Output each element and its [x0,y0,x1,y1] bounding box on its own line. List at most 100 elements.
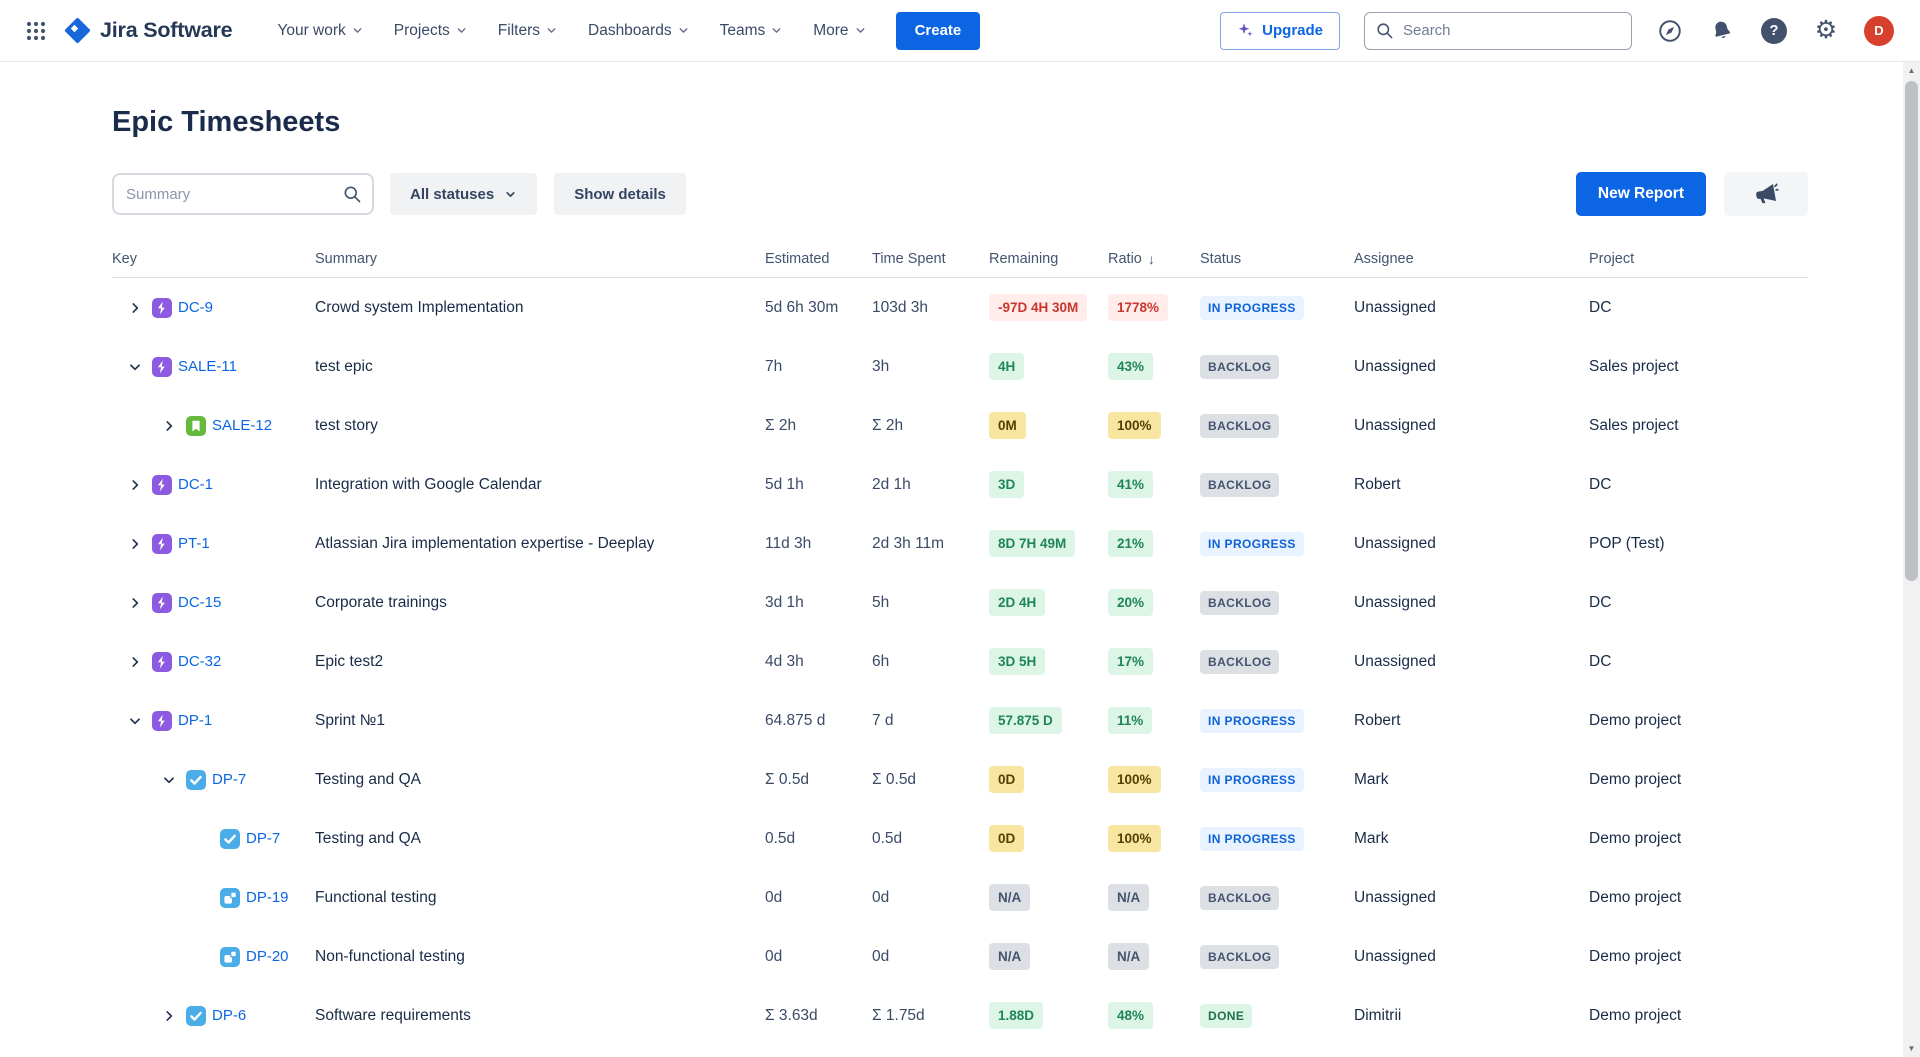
issue-key-link[interactable]: DP-1 [178,712,212,729]
time-spent-value: 0.5d [872,830,989,848]
project-value: Demo project [1589,889,1808,907]
remaining-badge: 0D [989,766,1024,793]
project-value: DC [1589,653,1808,671]
col-header-key[interactable]: Key [112,251,315,277]
project-value: DC [1589,594,1808,612]
announcement-megaphone-button[interactable] [1724,172,1808,216]
table-row: DP-7 Testing and QA Σ 0.5d Σ 0.5d 0D 100… [112,750,1808,809]
estimated-value: 0d [765,948,872,966]
row-expander-icon[interactable] [124,710,146,732]
row-expander-icon[interactable] [158,769,180,791]
issue-key-link[interactable]: SALE-11 [178,358,237,375]
nav-dashboards[interactable]: Dashboards [577,14,701,48]
scrollbar-down-arrow[interactable]: ▼ [1903,1040,1920,1057]
project-value: Sales project [1589,417,1808,435]
row-key-cell: DP-6 [112,1005,315,1027]
col-header-summary[interactable]: Summary [315,251,765,277]
remaining-badge: 0D [989,825,1024,852]
project-value: Sales project [1589,358,1808,376]
issue-key-link[interactable]: DC-9 [178,299,213,316]
row-expander-icon[interactable] [124,533,146,555]
issue-key-link[interactable]: DC-1 [178,476,213,493]
issue-key-link[interactable]: DP-20 [246,948,289,965]
app-switcher-icon[interactable] [24,19,48,43]
project-value: Demo project [1589,830,1808,848]
ratio-badge: 100% [1108,766,1161,793]
ratio-badge: 41% [1108,471,1153,498]
nav-more[interactable]: More [802,14,877,48]
issue-summary: Testing and QA [315,830,765,848]
row-expander-icon[interactable] [158,1005,180,1027]
status-badge: IN PROGRESS [1200,296,1304,320]
issue-key-link[interactable]: DC-15 [178,594,221,611]
issue-key-link[interactable]: PT-1 [178,535,210,552]
table-row: DC-1 Integration with Google Calendar 5d… [112,455,1808,514]
issue-summary: Functional testing [315,889,765,907]
discover-compass-icon[interactable] [1656,17,1684,45]
col-header-status[interactable]: Status [1200,251,1354,277]
row-expander-icon[interactable] [124,356,146,378]
search-icon [342,184,362,209]
timesheet-table: Key Summary Estimated Time Spent Remaini… [112,242,1808,1045]
time-spent-value: Σ 2h [872,417,989,435]
show-details-button[interactable]: Show details [554,173,686,215]
create-button[interactable]: Create [896,12,981,50]
col-header-project[interactable]: Project [1589,251,1808,277]
ratio-badge: 21% [1108,530,1153,557]
issue-type-icon [152,534,172,554]
remaining-badge: N/A [989,884,1030,911]
issue-key-link[interactable]: DP-7 [246,830,280,847]
project-value: Demo project [1589,771,1808,789]
upgrade-button[interactable]: Upgrade [1220,12,1340,50]
row-expander-icon[interactable] [158,415,180,437]
notifications-bell-icon[interactable] [1708,17,1736,45]
row-expander-icon[interactable] [124,592,146,614]
chevron-down-icon [455,24,468,37]
ratio-badge: 11% [1108,707,1152,734]
global-search-input[interactable] [1364,12,1632,50]
issue-key-link[interactable]: SALE-12 [212,417,272,434]
nav-projects[interactable]: Projects [383,14,479,48]
new-report-button[interactable]: New Report [1576,172,1706,216]
ratio-badge: 20% [1108,589,1153,616]
issue-summary: test story [315,417,765,435]
col-header-time-spent[interactable]: Time Spent [872,251,989,277]
nav-your-work[interactable]: Your work [266,14,374,48]
col-header-ratio[interactable]: Ratio ↓ [1108,251,1200,277]
user-avatar[interactable]: D [1864,16,1894,46]
row-expander-icon[interactable] [124,297,146,319]
col-header-remaining[interactable]: Remaining [989,251,1108,277]
issue-key-link[interactable]: DP-7 [212,771,246,788]
nav-filters[interactable]: Filters [487,14,569,48]
status-badge: BACKLOG [1200,414,1279,438]
time-spent-value: 2d 1h [872,476,989,494]
issue-key-link[interactable]: DP-6 [212,1007,246,1024]
help-icon[interactable]: ? [1760,17,1788,45]
scrollbar-thumb[interactable] [1905,81,1918,581]
table-row: SALE-12 test story Σ 2h Σ 2h 0M 100% BAC… [112,396,1808,455]
nav-teams[interactable]: Teams [709,14,795,48]
estimated-value: Σ 0.5d [765,771,872,789]
primary-nav: Your work Projects Filters Dashboards Te… [266,14,877,48]
issue-key-link[interactable]: DP-19 [246,889,289,906]
status-badge: BACKLOG [1200,886,1279,910]
jira-logo[interactable]: Jira Software [64,17,232,44]
row-expander-icon[interactable] [124,474,146,496]
issue-type-icon [152,593,172,613]
remaining-badge: 3D [989,471,1024,498]
summary-filter-input[interactable] [112,173,374,215]
status-filter-dropdown[interactable]: All statuses [390,173,537,215]
status-badge: BACKLOG [1200,355,1279,379]
assignee-value: Robert [1354,476,1589,494]
col-header-assignee[interactable]: Assignee [1354,251,1589,277]
assignee-value: Unassigned [1354,948,1589,966]
col-header-estimated[interactable]: Estimated [765,251,872,277]
table-row: DP-6 Software requirements Σ 3.63d Σ 1.7… [112,986,1808,1045]
settings-gear-icon[interactable]: ⚙ [1812,17,1840,45]
issue-type-icon [152,475,172,495]
assignee-value: Unassigned [1354,299,1589,317]
scrollbar-up-arrow[interactable]: ▲ [1903,62,1920,79]
row-expander-icon[interactable] [124,651,146,673]
issue-key-link[interactable]: DC-32 [178,653,221,670]
ratio-badge: 100% [1108,412,1161,439]
